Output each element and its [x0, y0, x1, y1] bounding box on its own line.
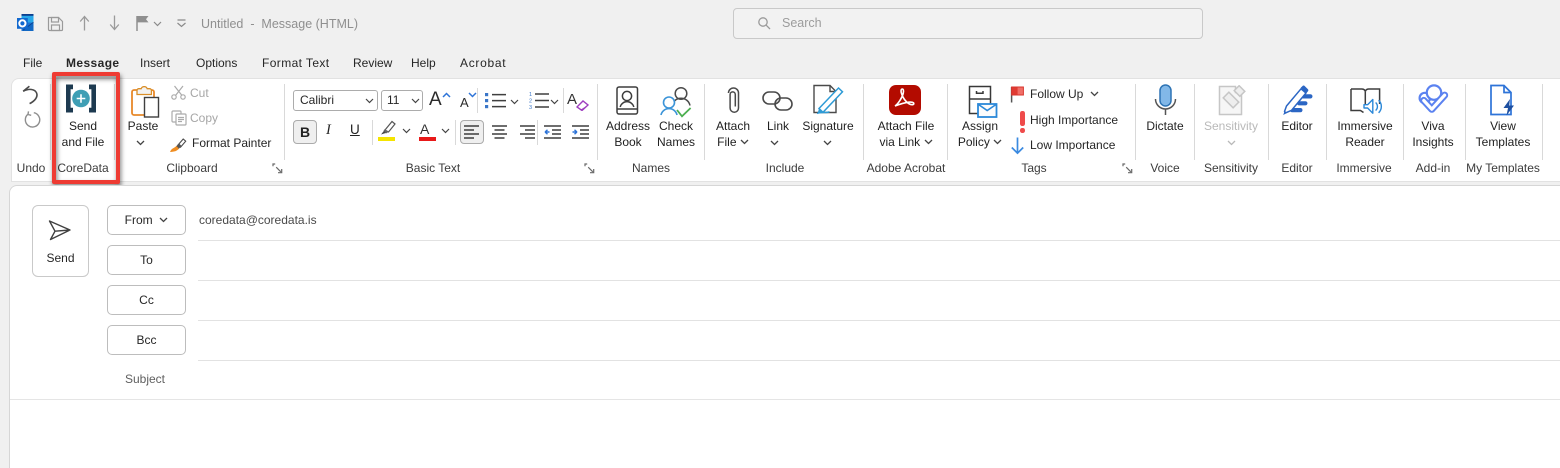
svg-text:3: 3 [529, 105, 532, 110]
svg-text:2: 2 [529, 99, 532, 105]
svg-text:1: 1 [529, 92, 532, 98]
